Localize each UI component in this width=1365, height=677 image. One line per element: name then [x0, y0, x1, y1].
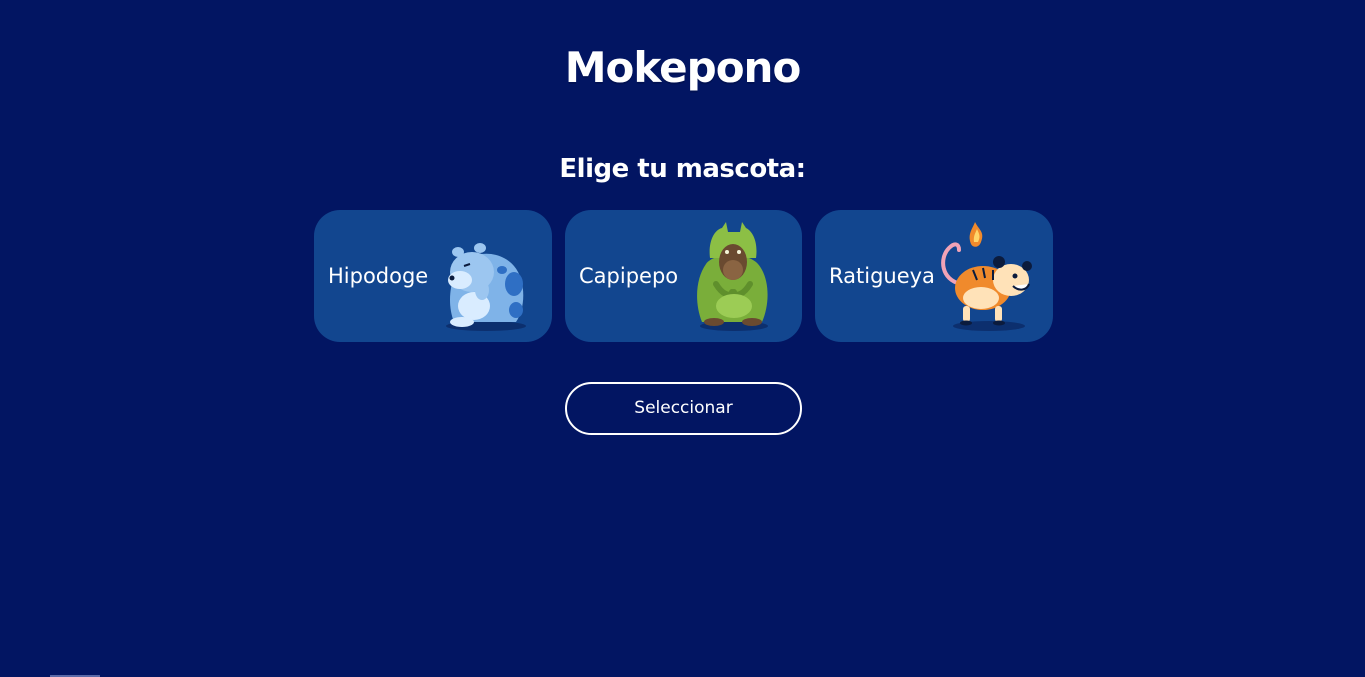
pet-card-ratigueya[interactable]: Ratigueya	[815, 210, 1053, 342]
ratigueya-image	[941, 222, 1032, 331]
pet-card-hipodoge[interactable]: Hipodoge	[314, 210, 552, 342]
pet-prompt: Elige tu mascota:	[559, 154, 806, 184]
pet-label-hipodoge: Hipodoge	[328, 264, 429, 288]
pet-options: Hipodoge Capipepo Ratigueya	[314, 210, 1053, 342]
select-button[interactable]: Seleccionar	[565, 382, 802, 435]
pet-label-ratigueya: Ratigueya	[829, 264, 935, 288]
game-title: Mokepono	[564, 43, 802, 92]
hipodoge-image	[446, 243, 526, 331]
pet-label-capipepo: Capipepo	[579, 264, 679, 288]
capipepo-image	[697, 222, 768, 331]
game-screen: Mokepono Elige tu mascota: Hipodoge Capi…	[0, 0, 1365, 677]
pet-card-capipepo[interactable]: Capipepo	[565, 210, 802, 342]
